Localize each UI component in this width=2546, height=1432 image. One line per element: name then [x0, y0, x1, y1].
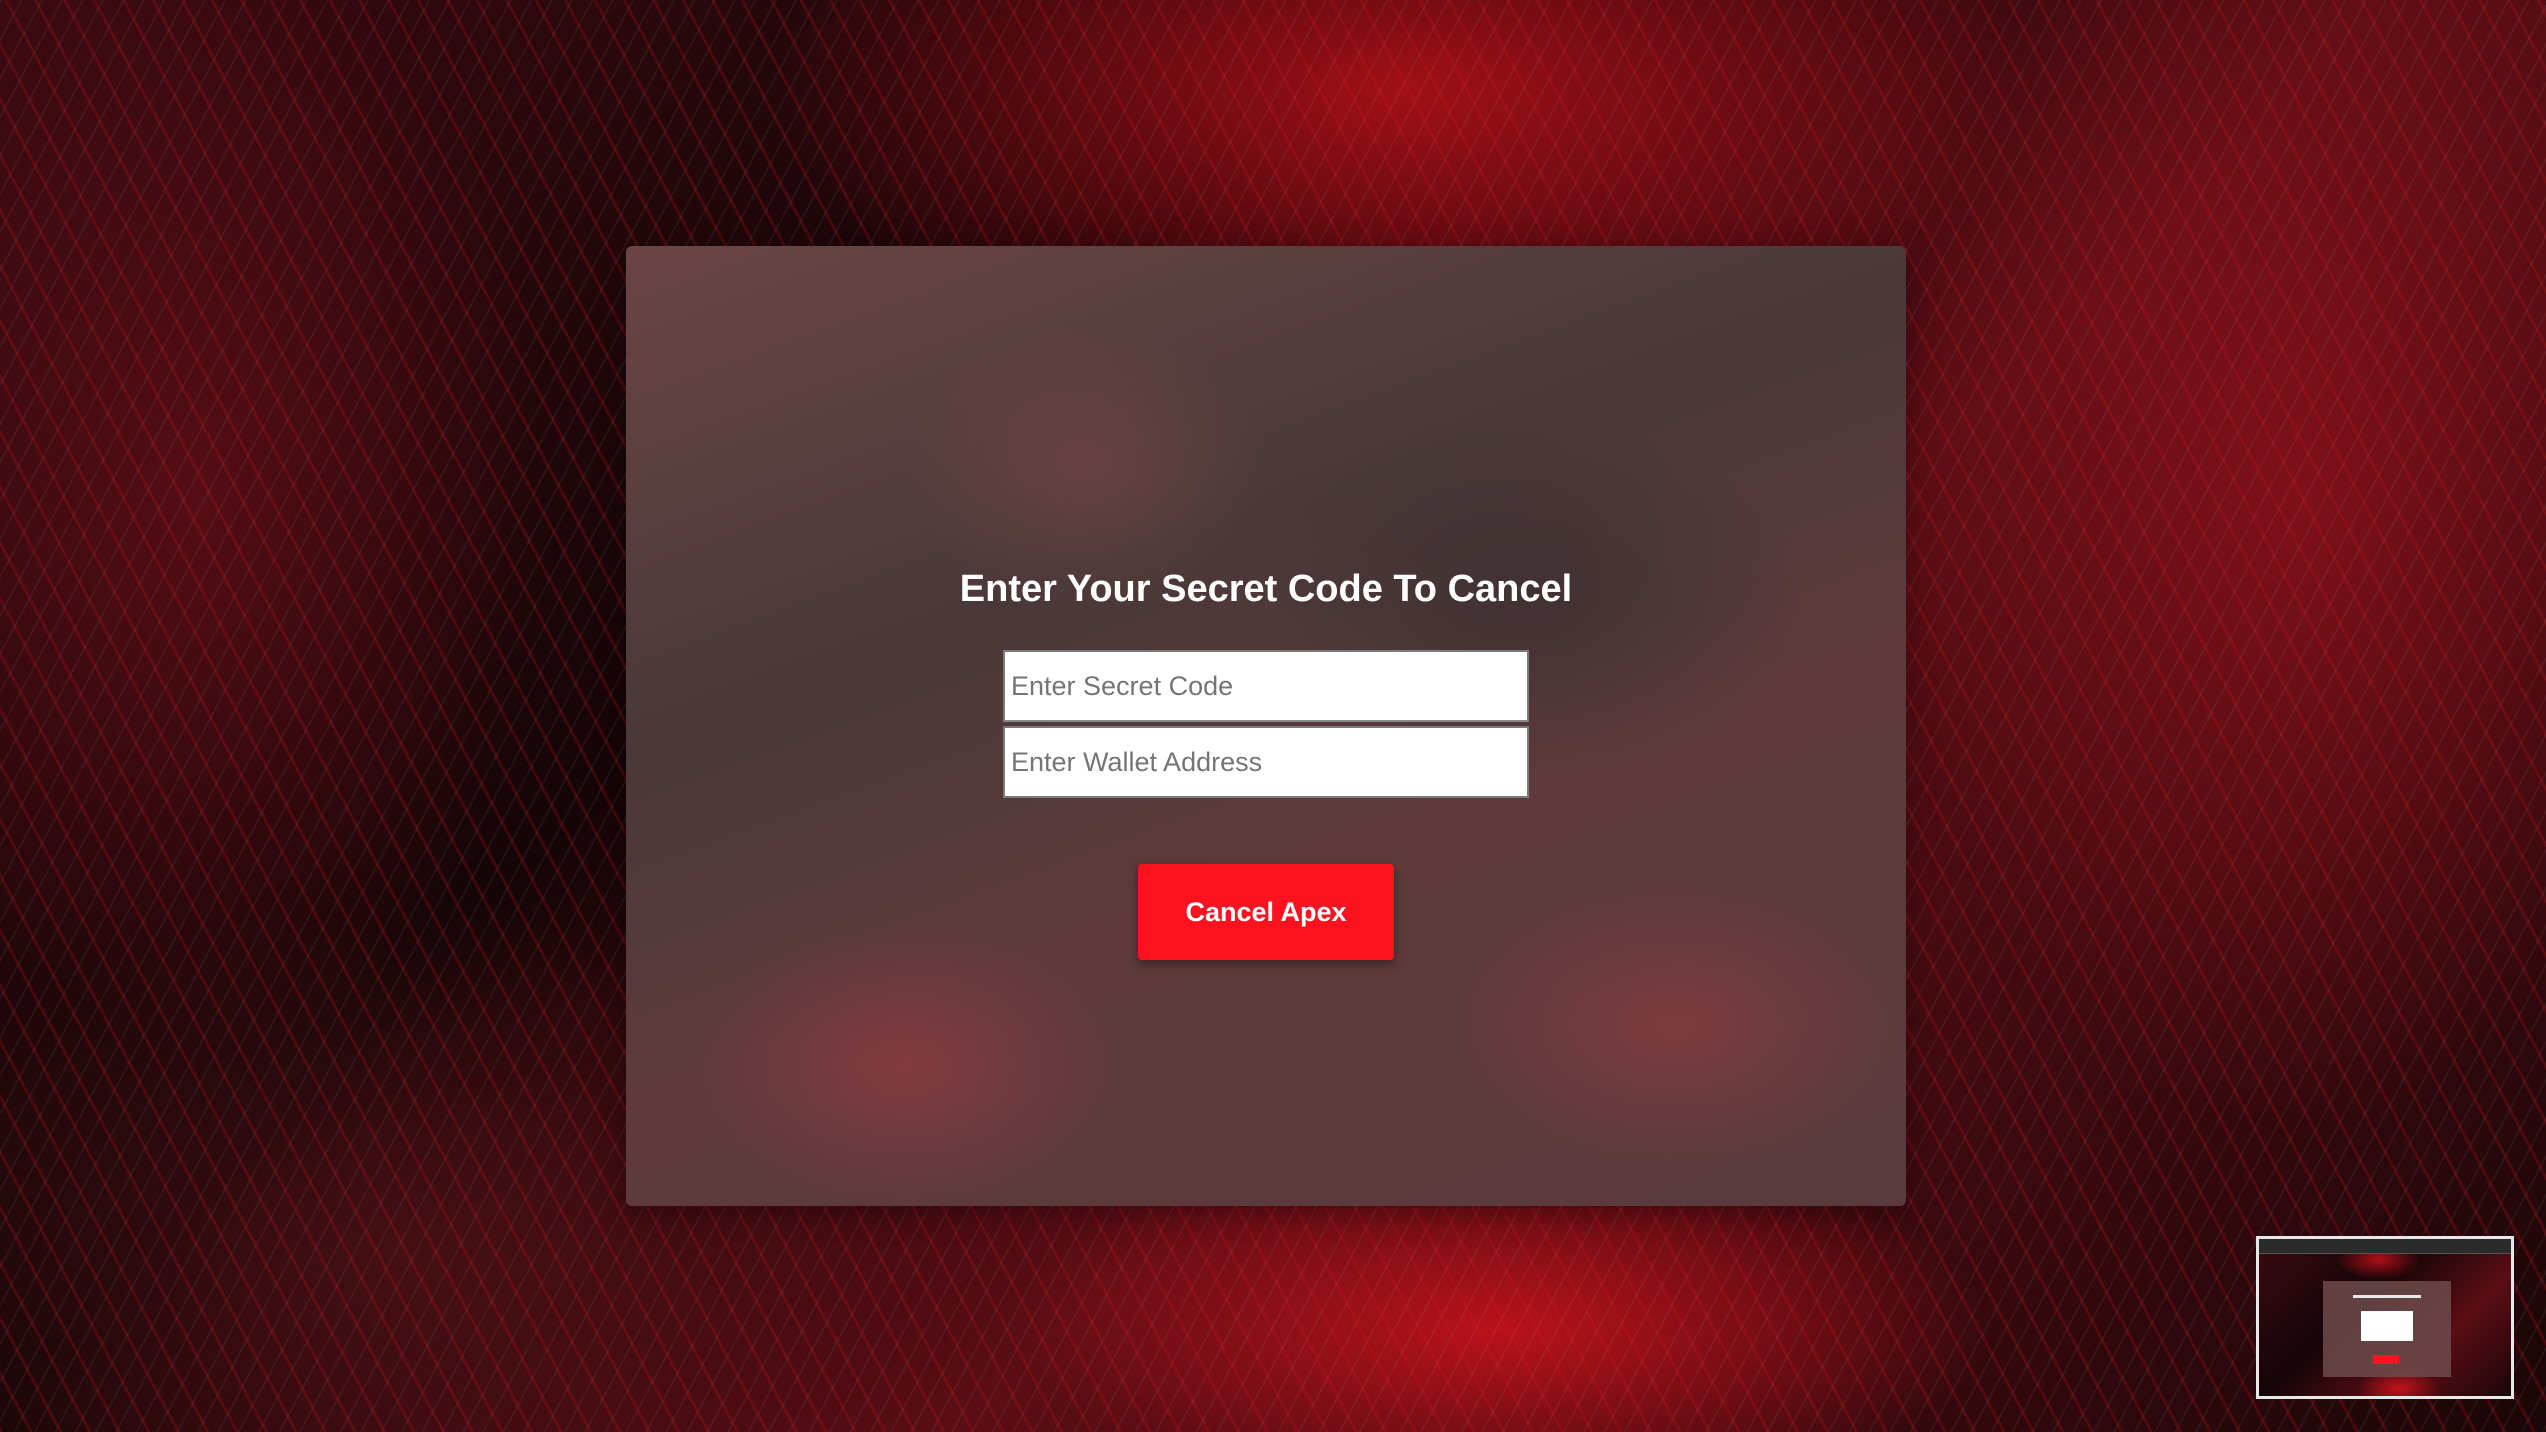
page-title: Enter Your Secret Code To Cancel	[959, 568, 1573, 610]
thumbnail-inputs	[2361, 1311, 2413, 1341]
window-preview-thumbnail[interactable]	[2256, 1236, 2514, 1399]
secret-code-input[interactable]	[1003, 650, 1529, 722]
cancel-form-card: Enter Your Secret Code To Cancel Cancel …	[626, 246, 1906, 1206]
wallet-address-input[interactable]	[1003, 726, 1529, 798]
thumbnail-title	[2353, 1295, 2421, 1298]
thumbnail-toolbar	[2259, 1239, 2511, 1254]
cancel-apex-button[interactable]: Cancel Apex	[1138, 864, 1394, 960]
thumbnail-card	[2323, 1281, 2451, 1377]
thumbnail-button	[2373, 1355, 2399, 1364]
